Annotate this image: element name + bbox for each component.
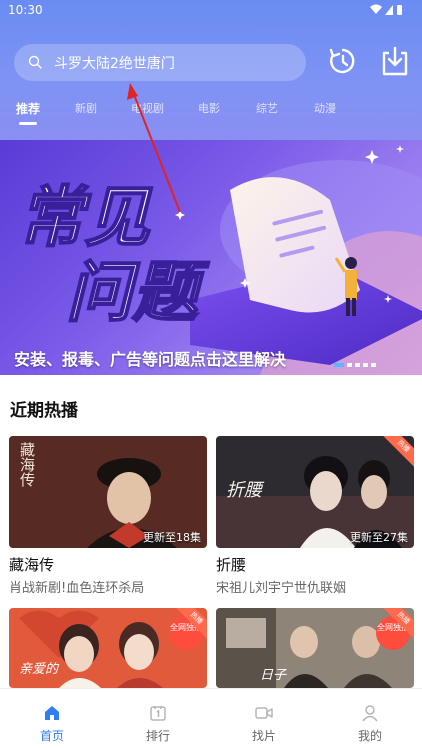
search-input[interactable]: 斗罗大陆2绝世唐门 <box>14 44 306 81</box>
app-header: 10:30 斗罗大陆2绝世唐门 推荐 新剧 电视剧 电影 综艺 动漫 <box>0 0 422 140</box>
home-icon <box>45 706 59 720</box>
pagination-dot <box>363 363 368 367</box>
drama-subtitle: 宋祖儿刘宇宁世仇联姻 <box>216 581 347 596</box>
nav-profile[interactable]: 我的 <box>330 689 410 750</box>
pagination-dot <box>347 363 352 367</box>
tab-new-drama[interactable]: 新剧 <box>75 100 97 116</box>
poster-title-art: 藏海传 <box>18 442 36 487</box>
status-icons <box>370 4 402 15</box>
pagination-dot <box>371 363 376 367</box>
nav-ranking[interactable]: 排行 <box>118 689 198 750</box>
nav-label: 找片 <box>251 729 276 743</box>
tab-movie[interactable]: 电影 <box>198 100 220 116</box>
banner-headline-1: 常见 <box>18 179 153 256</box>
tab-recommend[interactable]: 推荐 <box>16 100 40 117</box>
pagination-dot <box>355 363 360 367</box>
drama-subtitle: 肖战新剧!血色连环杀局 <box>9 581 145 596</box>
search-icon <box>28 55 42 69</box>
tab-tv-series[interactable]: 电视剧 <box>131 100 164 116</box>
poster-image: 折腰 热播 更新至27集 <box>216 436 414 548</box>
nav-label: 排行 <box>145 729 170 743</box>
banner-headline-2: 问题 <box>66 254 210 331</box>
status-time: 10:30 <box>8 3 43 17</box>
poster-title-art: 亲爱的 <box>19 662 59 677</box>
episode-badge: 更新至18集 <box>143 531 201 544</box>
ranking-icon <box>150 706 166 721</box>
poster-image: 日子 全网独播 热播 <box>216 608 414 688</box>
nav-label: 首页 <box>39 729 64 743</box>
nav-home[interactable]: 首页 <box>12 689 92 750</box>
bottom-navigation: 首页 排行 找片 我的 <box>0 688 422 750</box>
drama-title: 藏海传 <box>9 556 55 574</box>
poster-title-art: 折腰 <box>226 480 262 501</box>
promo-banner[interactable]: 常见 问题 安装、报毒、广告等问题点击这里解决 <box>0 140 422 375</box>
nav-label: 我的 <box>357 729 382 743</box>
poster-image: 藏海传 更新至18集 <box>9 436 207 548</box>
banner-pagination <box>334 363 394 368</box>
profile-icon <box>362 705 378 722</box>
category-tabs: 推荐 新剧 电视剧 电影 综艺 动漫 <box>0 100 422 130</box>
status-bar: 10:30 <box>0 0 422 20</box>
banner-illustration: 常见 问题 <box>17 145 422 375</box>
pagination-dot <box>334 363 344 367</box>
tab-anime[interactable]: 动漫 <box>314 100 336 116</box>
poster-image: 亲爱的 全网独播 热播 <box>9 608 207 688</box>
active-tab-indicator <box>19 122 37 125</box>
episode-badge: 更新至27集 <box>350 531 408 544</box>
video-icon <box>255 707 273 719</box>
tab-variety[interactable]: 综艺 <box>256 100 278 116</box>
search-placeholder: 斗罗大陆2绝世唐门 <box>54 56 175 72</box>
drama-title: 折腰 <box>216 556 247 574</box>
poster-title-art: 日子 <box>260 668 287 683</box>
history-icon[interactable] <box>328 44 358 78</box>
banner-caption: 安装、报毒、广告等问题点击这里解决 <box>14 350 287 369</box>
download-icon[interactable] <box>380 44 410 78</box>
nav-find[interactable]: 找片 <box>224 689 304 750</box>
section-title-recent: 近期热播 <box>10 401 78 421</box>
